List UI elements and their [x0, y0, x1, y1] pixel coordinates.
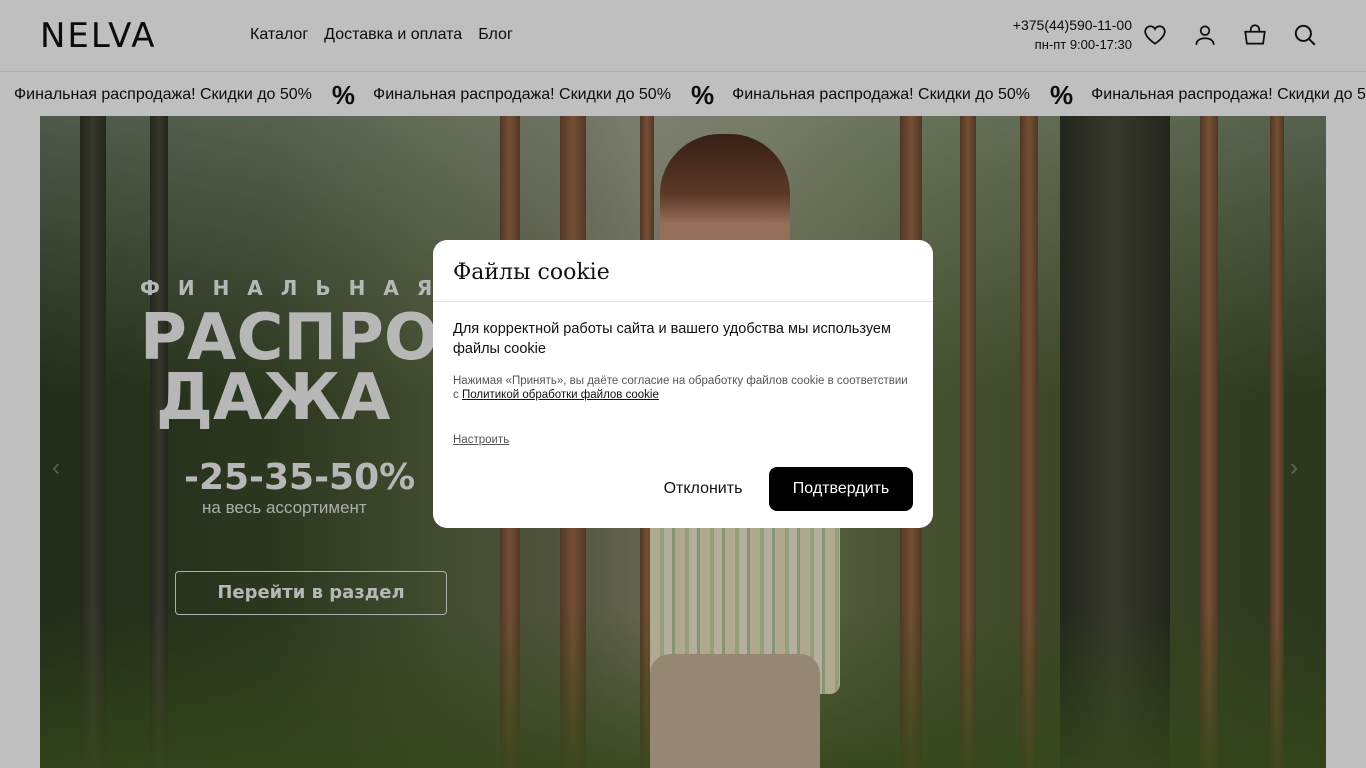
divider	[433, 301, 933, 302]
cookie-policy-link[interactable]: Политикой обработки файлов cookie	[462, 389, 659, 401]
cookie-modal: Файлы cookie Для корректной работы сайта…	[433, 240, 933, 528]
decline-button[interactable]: Отклонить	[651, 467, 755, 511]
cookie-modal-title: Файлы cookie	[453, 260, 610, 285]
cookie-modal-body: Для корректной работы сайта и вашего удо…	[453, 321, 891, 357]
configure-cookies-link[interactable]: Настроить	[453, 433, 509, 447]
accept-button[interactable]: Подтвердить	[769, 467, 913, 511]
cookie-consent-note: Нажимая «Принять», вы даёте согласие на …	[453, 374, 913, 402]
